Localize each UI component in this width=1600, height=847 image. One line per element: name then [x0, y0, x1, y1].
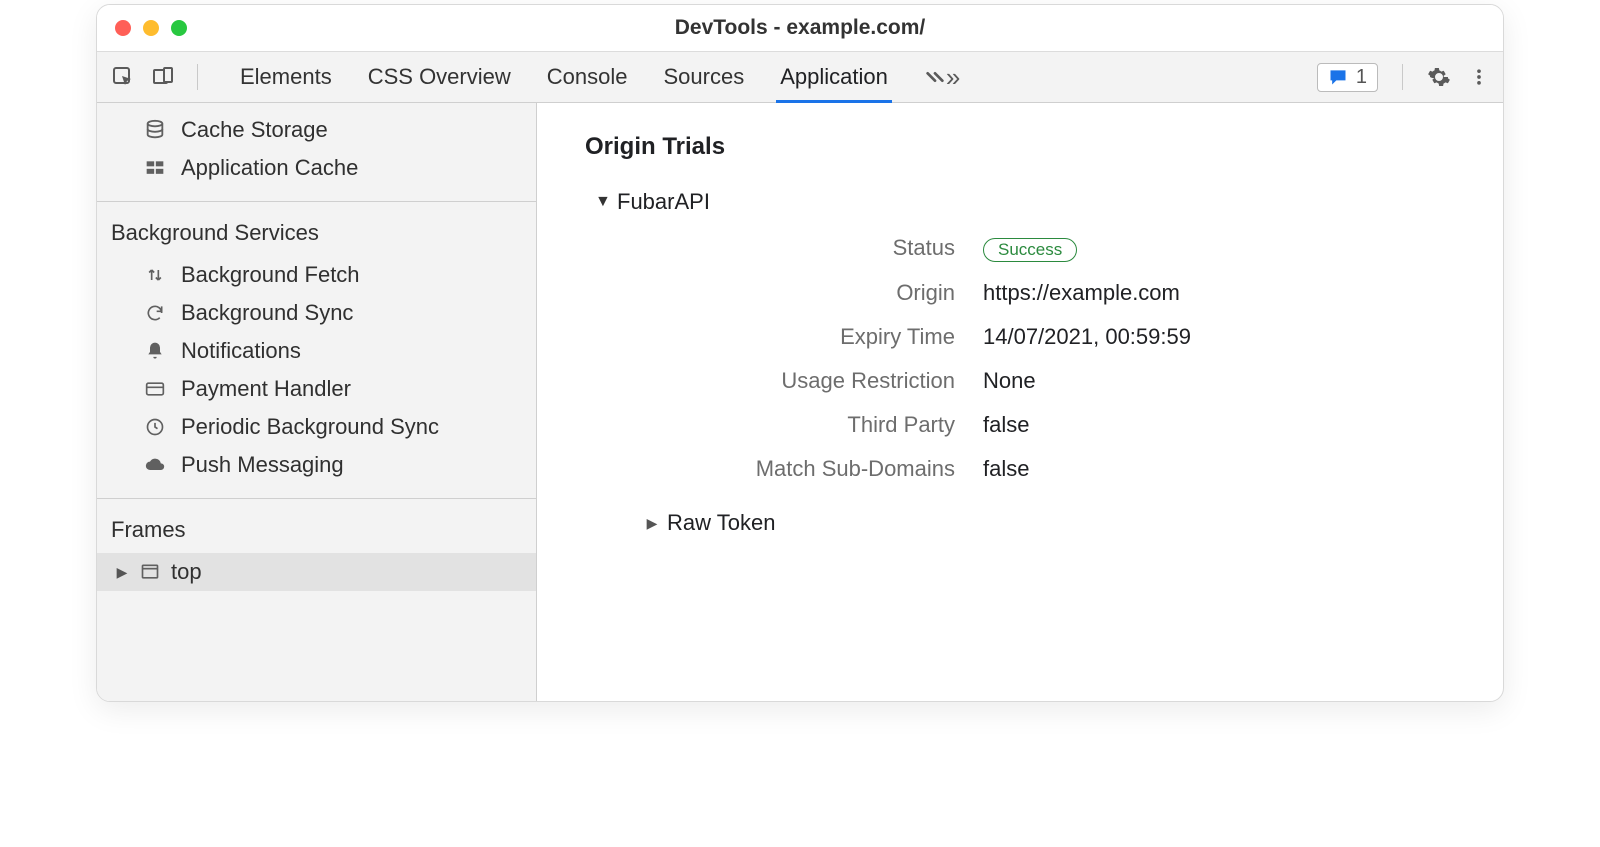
message-icon — [1328, 67, 1348, 87]
sidebar-item-label: Push Messaging — [181, 452, 344, 478]
frame-details-pane: Origin Trials ▼ FubarAPI Status Success … — [537, 103, 1503, 701]
origin-trial-node[interactable]: ▼ FubarAPI — [595, 189, 1455, 215]
sidebar-divider — [97, 201, 536, 202]
value-origin: https://example.com — [983, 280, 1455, 306]
tab-elements[interactable]: Elements — [240, 52, 332, 102]
value-usage-restriction: None — [983, 368, 1455, 394]
window-controls — [115, 20, 187, 36]
database-icon — [143, 119, 167, 141]
toolbar-divider — [1402, 64, 1403, 90]
value-status: Success — [983, 235, 1455, 262]
card-icon — [143, 379, 167, 399]
sidebar-item-push-messaging[interactable]: Push Messaging — [97, 446, 536, 484]
sidebar-item-label: Notifications — [181, 338, 301, 364]
device-toggle-icon[interactable] — [151, 65, 175, 89]
issues-button[interactable]: 1 — [1317, 63, 1378, 92]
tab-console[interactable]: Console — [547, 52, 628, 102]
devtools-toolbar: Elements CSS Overview Console Sources Ap… — [97, 51, 1503, 103]
label-usage-restriction: Usage Restriction — [655, 368, 955, 394]
label-origin: Origin — [655, 280, 955, 306]
application-sidebar: Cache Storage Application Cache Backgrou… — [97, 103, 537, 701]
value-expiry: 14/07/2021, 00:59:59 — [983, 324, 1455, 350]
origin-trial-name: FubarAPI — [617, 189, 710, 215]
inspect-element-icon[interactable] — [111, 65, 135, 89]
expand-triangle-icon: ▶ — [645, 515, 659, 532]
sidebar-item-notifications[interactable]: Notifications — [97, 332, 536, 370]
zoom-window-button[interactable] — [171, 20, 187, 36]
collapse-triangle-icon: ▼ — [595, 193, 609, 211]
value-third-party: false — [983, 412, 1455, 438]
settings-button[interactable] — [1427, 65, 1451, 89]
toolbar-right: 1 — [1317, 63, 1489, 92]
origin-trials-heading: Origin Trials — [585, 133, 1455, 161]
sidebar-item-application-cache[interactable]: Application Cache — [97, 149, 536, 187]
panel-tabs: Elements CSS Overview Console Sources Ap… — [240, 52, 1301, 102]
sidebar-section-background-services: Background Services — [97, 216, 536, 256]
updown-icon — [143, 265, 167, 285]
main-area: Cache Storage Application Cache Backgrou… — [97, 103, 1503, 701]
sidebar-divider — [97, 498, 536, 499]
tab-application[interactable]: Application — [780, 52, 888, 102]
clock-icon — [143, 417, 167, 437]
expand-triangle-icon: ▶ — [115, 564, 129, 581]
raw-token-node[interactable]: ▶ Raw Token — [645, 510, 1455, 536]
sidebar-item-background-sync[interactable]: Background Sync — [97, 294, 536, 332]
more-tabs-button[interactable]: » — [924, 52, 960, 102]
label-third-party: Third Party — [655, 412, 955, 438]
grid-icon — [143, 158, 167, 178]
sidebar-item-label: Background Sync — [181, 300, 353, 326]
sidebar-item-payment-handler[interactable]: Payment Handler — [97, 370, 536, 408]
window-title: DevTools - example.com/ — [97, 16, 1503, 40]
more-options-button[interactable] — [1469, 65, 1489, 89]
sidebar-section-frames: Frames — [97, 513, 536, 553]
cloud-icon — [143, 455, 167, 475]
titlebar: DevTools - example.com/ — [97, 5, 1503, 51]
label-expiry: Expiry Time — [655, 324, 955, 350]
tab-css-overview[interactable]: CSS Overview — [368, 52, 511, 102]
frame-top[interactable]: ▶ top — [97, 553, 536, 591]
bell-icon — [143, 341, 167, 361]
frame-label: top — [171, 559, 202, 585]
gear-icon — [1427, 65, 1451, 89]
close-window-button[interactable] — [115, 20, 131, 36]
origin-trial-details: Status Success Origin https://example.co… — [655, 235, 1455, 482]
sidebar-item-label: Payment Handler — [181, 376, 351, 402]
tab-sources[interactable]: Sources — [663, 52, 744, 102]
window-icon — [139, 562, 161, 582]
sidebar-item-periodic-background-sync[interactable]: Periodic Background Sync — [97, 408, 536, 446]
sidebar-item-background-fetch[interactable]: Background Fetch — [97, 256, 536, 294]
issues-count: 1 — [1356, 66, 1367, 89]
label-match-subdomains: Match Sub-Domains — [655, 456, 955, 482]
kebab-icon — [1469, 65, 1489, 89]
sync-icon — [143, 303, 167, 323]
sidebar-item-cache-storage[interactable]: Cache Storage — [97, 111, 536, 149]
sidebar-item-label: Cache Storage — [181, 117, 328, 143]
label-status: Status — [655, 235, 955, 262]
toolbar-divider — [197, 64, 198, 90]
sidebar-item-label: Background Fetch — [181, 262, 360, 288]
minimize-window-button[interactable] — [143, 20, 159, 36]
status-badge: Success — [983, 238, 1077, 262]
sidebar-item-label: Application Cache — [181, 155, 358, 181]
devtools-window: DevTools - example.com/ Elements CSS Ove… — [96, 4, 1504, 702]
value-match-subdomains: false — [983, 456, 1455, 482]
raw-token-label: Raw Token — [667, 510, 775, 536]
sidebar-item-label: Periodic Background Sync — [181, 414, 439, 440]
